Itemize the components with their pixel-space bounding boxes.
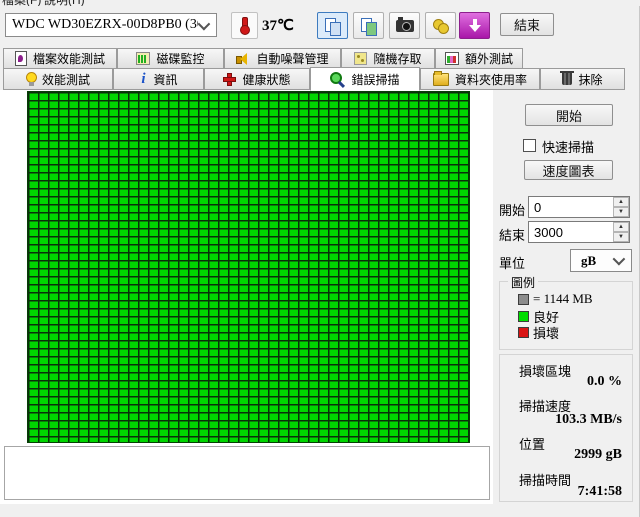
legend-title: 圖例 [508,274,538,291]
dice-icon [354,52,367,65]
chevron-down-icon [613,253,626,266]
legend-good-swatch [518,311,529,322]
tab-extra-tests[interactable]: 額外測試 [435,48,523,69]
legend-group: 圖例 = 1144 MB 良好 損壞 [499,281,633,350]
exit-button[interactable]: 結束 [500,13,554,36]
tab-erase[interactable]: 抹除 [540,68,625,90]
stat-bad-blocks-label: 損壞區塊 [519,361,571,380]
toolbar-screenshot-button[interactable] [389,12,420,39]
stats-group: 損壞區塊 0.0 % 掃描速度 103.3 MB/s 位置 2999 gB 掃描… [499,354,633,502]
thermometer-icon [240,17,249,35]
unit-select-value: gB [571,253,613,269]
hdtune-window: 檔案(F) 說明(H) WDC WD30EZRX-00D8PB0 (3000 g… [0,0,640,517]
temperature-label: 37℃ [262,16,294,35]
end-field-label: 結束 [499,225,525,244]
drive-select-value: WDC WD30EZRX-00D8PB0 (3000 gB) [6,17,198,33]
disk-monitor-icon [136,52,150,65]
start-input[interactable]: 0 ▲▼ [528,196,630,218]
unit-select[interactable]: gB [570,249,632,272]
health-cross-icon [223,73,236,86]
file-benchmark-icon [15,51,27,66]
image-pages-icon [361,18,377,34]
quick-scan-label[interactable]: 快速掃描 [542,137,594,156]
end-input-value: 3000 [529,225,613,240]
unit-field-label: 單位 [499,253,525,272]
start-field-label: 開始 [499,200,525,219]
trash-icon [562,73,572,85]
tab-info[interactable]: i 資訊 [113,68,204,90]
speed-map-button[interactable]: 速度圖表 [524,160,613,180]
legend-block-size: = 1144 MB [533,291,593,307]
start-scan-button[interactable]: 開始 [525,104,613,126]
start-spinner-down[interactable]: ▼ [613,207,629,217]
legend-bad-swatch [518,327,529,338]
extra-tests-chart-icon [445,52,459,65]
coins-icon [432,18,450,34]
chevron-down-icon [198,17,211,30]
tab-folder-usage[interactable]: 資料夾使用率 [420,68,540,90]
toolbar-copy-button[interactable] [317,12,348,39]
scan-grid [27,91,470,443]
menu-item-help[interactable]: 說明(H) [44,0,85,6]
tab-random-access[interactable]: 隨機存取 [341,48,435,69]
toolbar-copy-image-button[interactable] [353,12,384,39]
stat-position-value: 2999 gB [574,447,622,463]
quick-scan-checkbox[interactable] [523,139,536,152]
temperature-button[interactable] [231,12,258,39]
toolbar-coins-button[interactable] [425,12,456,39]
tab-disk-monitor[interactable]: 磁碟監控 [117,48,224,69]
drive-select[interactable]: WDC WD30EZRX-00D8PB0 (3000 gB) [5,13,217,37]
stat-scan-speed-value: 103.3 MB/s [555,412,622,428]
start-input-value: 0 [529,200,613,215]
stat-bad-blocks-value: 0.0 % [587,374,622,390]
magnifier-icon [330,72,345,87]
info-icon: i [139,72,147,86]
tab-benchmark[interactable]: 效能測試 [3,68,113,90]
lightbulb-icon [26,72,36,86]
legend-block-swatch [518,294,529,305]
tab-aam[interactable]: 自動噪聲管理 [224,48,341,69]
end-spinner-up[interactable]: ▲ [613,222,629,232]
copy-pages-icon [325,18,341,34]
folder-icon [433,73,449,86]
end-input[interactable]: 3000 ▲▼ [528,221,630,243]
speaker-icon [236,53,250,65]
status-box [4,446,490,500]
start-spinner-up[interactable]: ▲ [613,197,629,207]
stat-position-label: 位置 [519,434,545,453]
download-arrow-icon [468,19,482,33]
end-spinner-down[interactable]: ▼ [613,232,629,242]
menu-bar: 檔案(F) 說明(H) [0,0,640,6]
tab-file-benchmark[interactable]: 檔案效能測試 [3,48,117,69]
camera-icon [396,20,414,32]
tab-error-scan[interactable]: 錯誤掃描 [310,67,420,91]
stat-scan-time-value: 7:41:58 [578,484,622,500]
tab-health[interactable]: 健康狀態 [204,68,310,90]
menu-item-file[interactable]: 檔案(F) [2,0,41,6]
stat-scan-time-label: 掃描時間 [519,470,571,489]
legend-bad-label: 損壞 [533,323,559,342]
toolbar-download-button[interactable] [459,12,490,39]
